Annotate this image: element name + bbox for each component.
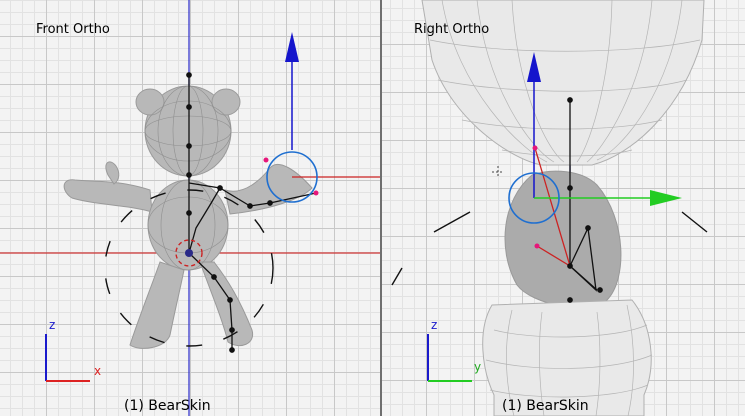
3d-cursor-icon [492, 166, 504, 178]
right-ortho-viewport[interactable]: Right Ortho z y (1) BearSkin [382, 0, 745, 416]
bear-ear-right[interactable] [211, 88, 241, 116]
translate-arrow-z-icon[interactable] [285, 32, 299, 62]
front-ortho-viewport[interactable]: Front Ortho z x (1) BearSkin [0, 0, 381, 416]
bear-arm-right[interactable] [224, 163, 313, 215]
front-scene [0, 0, 381, 416]
right-scene [391, 0, 708, 416]
bear-ear-left[interactable] [135, 88, 165, 116]
bear-arm-left[interactable] [63, 179, 153, 213]
axis-gizmo-icon [427, 334, 472, 382]
bear-mesh-side[interactable] [421, 0, 705, 416]
object-label: (1) BearSkin [502, 398, 589, 414]
blender-3d-view: Front Ortho z x (1) BearSkin Right Ortho… [0, 0, 745, 416]
bear-leg-right[interactable] [199, 261, 254, 346]
object-label: (1) BearSkin [124, 398, 211, 414]
viewport-title: Right Ortho [414, 22, 490, 37]
bear-hand-left[interactable] [105, 161, 120, 185]
bear-leg-left[interactable] [129, 261, 185, 349]
axis-label-z: z [49, 318, 56, 332]
axis-label-z: z [431, 318, 438, 332]
axis-label-y: y [474, 360, 482, 374]
bear-mesh[interactable] [63, 85, 313, 349]
axis-gizmo-icon [45, 334, 90, 382]
viewport-title: Front Ortho [36, 22, 110, 37]
axis-label-x: x [94, 364, 102, 378]
translate-arrow-y-icon[interactable] [650, 190, 682, 206]
